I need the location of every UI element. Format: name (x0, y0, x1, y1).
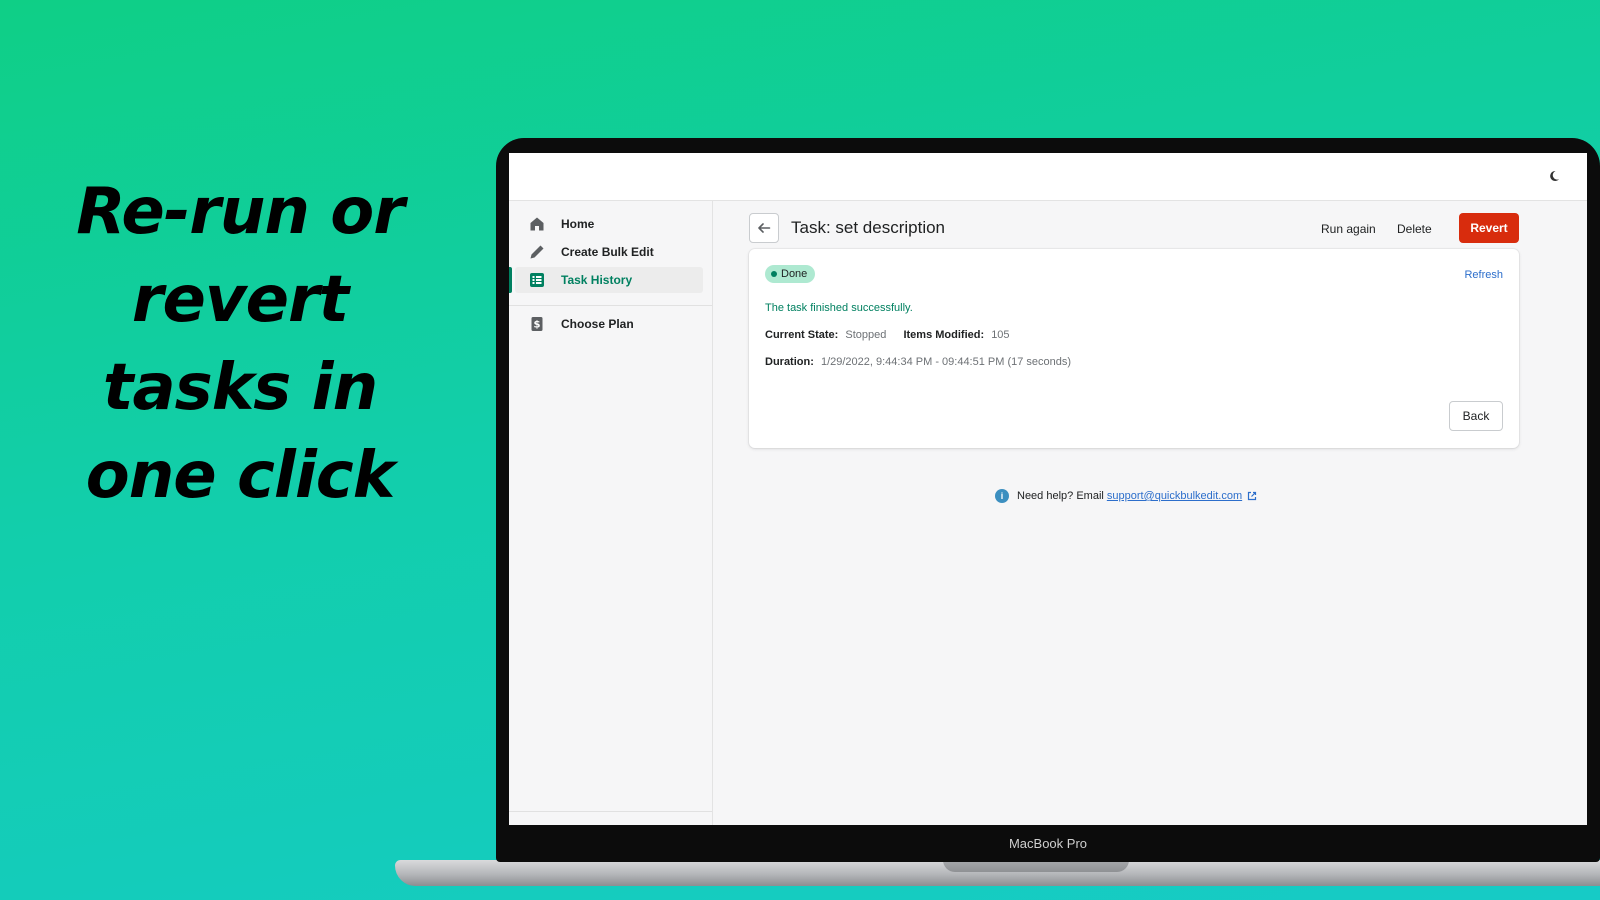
app-screen: Home Create Bulk Edit Task History $ Cho… (509, 153, 1587, 825)
headline: Re-run or revert tasks in one click (40, 168, 440, 520)
home-icon (529, 216, 545, 232)
sidebar-item-label: Choose Plan (561, 317, 634, 331)
revert-button[interactable]: Revert (1459, 213, 1519, 243)
sidebar-footer (509, 811, 712, 825)
support-email-link[interactable]: support@quickbulkedit.com (1107, 490, 1242, 502)
duration-label: Duration: (765, 356, 814, 368)
sidebar-divider (509, 305, 712, 306)
duration-value: 1/29/2022, 9:44:34 PM - 09:44:51 PM (17 … (820, 356, 1072, 368)
external-link-icon (1247, 491, 1257, 501)
headline-line: Re-run or (76, 175, 405, 249)
headline-line: one click (85, 439, 396, 513)
state-row: Current State: Stopped Items Modified: 1… (765, 329, 1010, 341)
arrow-left-icon (758, 223, 771, 233)
help-text: Need help? Email (1017, 490, 1104, 502)
sidebar-item-task-history[interactable]: Task History (509, 267, 703, 293)
main-content: Task: set description Run again Delete R… (713, 201, 1587, 825)
sidebar-item-label: Task History (561, 273, 633, 287)
headline-line: tasks in (102, 351, 378, 425)
svg-text:$: $ (534, 320, 541, 331)
run-again-button[interactable]: Run again (1321, 222, 1376, 236)
items-modified-label: Items Modified: (903, 329, 985, 341)
top-bar (509, 153, 1587, 201)
back-arrow-button[interactable] (749, 213, 779, 243)
success-message: The task finished successfully. (765, 302, 913, 314)
current-state-label: Current State: (765, 329, 839, 341)
moon-icon[interactable] (1547, 170, 1561, 184)
headline-line: revert (131, 263, 349, 337)
info-icon: i (995, 489, 1009, 503)
status-badge-label: Done (781, 268, 808, 280)
help-footer: i Need help? Email support@quickbulkedit… (995, 489, 1257, 503)
dollar-receipt-icon: $ (529, 316, 545, 332)
laptop-bezel: MacBook Pro Home Create Bulk Edit Task H… (496, 138, 1600, 862)
delete-button[interactable]: Delete (1397, 222, 1432, 236)
sidebar-item-label: Home (561, 217, 595, 231)
items-modified-value: 105 (991, 329, 1010, 341)
list-icon (529, 272, 545, 288)
sidebar-item-home[interactable]: Home (515, 211, 703, 237)
sidebar-item-label: Create Bulk Edit (561, 245, 654, 259)
pencil-icon (529, 244, 545, 260)
current-state-value: Stopped (845, 329, 887, 341)
status-badge: Done (765, 265, 816, 283)
back-button[interactable]: Back (1449, 401, 1503, 431)
refresh-link[interactable]: Refresh (1464, 269, 1503, 281)
status-dot-icon (771, 271, 777, 277)
laptop-brand: MacBook Pro (1008, 836, 1088, 851)
page-title: Task: set description (791, 218, 946, 237)
sidebar-item-choose-plan[interactable]: $ Choose Plan (515, 311, 703, 337)
sidebar-item-create-bulk-edit[interactable]: Create Bulk Edit (515, 239, 703, 265)
sidebar: Home Create Bulk Edit Task History $ Cho… (509, 201, 713, 825)
duration-row: Duration: 1/29/2022, 9:44:34 PM - 09:44:… (765, 356, 1071, 368)
task-card: Done Refresh The task finished successfu… (749, 249, 1519, 448)
